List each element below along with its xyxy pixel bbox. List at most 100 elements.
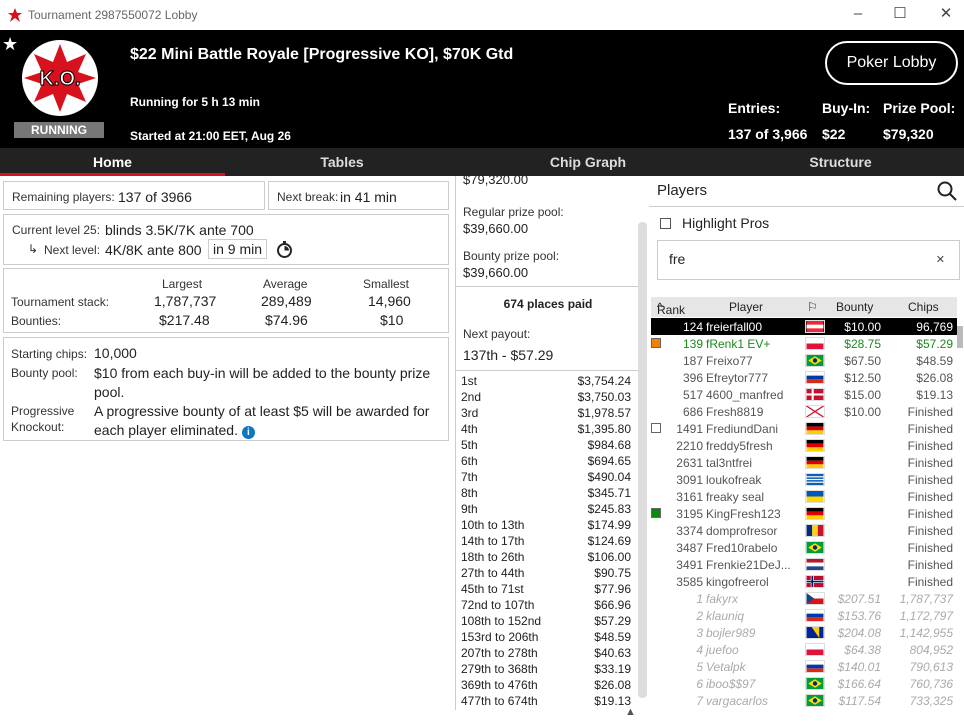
table-row[interactable]: 3195 KingFresh123 Finished	[651, 505, 957, 522]
table-row[interactable]: 396 Efreytor777 $12.50 $26.08	[651, 369, 957, 386]
player-bounty: $153.76	[837, 609, 881, 623]
player-rank: 1	[696, 592, 703, 606]
player-rank: 517	[682, 388, 703, 402]
country-flag	[805, 388, 825, 401]
payout-amount: $124.69	[587, 534, 631, 548]
tab-tables[interactable]: Tables	[225, 148, 459, 176]
table-row[interactable]: 1 fakyrx $207.51 1,787,737	[651, 590, 957, 607]
table-row[interactable]: 2210 freddy5fresh Finished	[651, 437, 957, 454]
nextbreak-value: in 41 min	[340, 189, 397, 205]
payout-row: 9th $245.83	[456, 502, 639, 518]
note-marker-icon[interactable]	[651, 338, 661, 348]
payout-place: 279th to 368th	[461, 662, 538, 676]
minimize-button[interactable]: –	[850, 6, 866, 22]
player-bounty: $140.01	[837, 660, 881, 674]
nextlevel-time: in 9 min	[208, 239, 268, 259]
country-flag	[805, 643, 825, 656]
player-name: klauniq	[706, 609, 745, 623]
payout-row: 2nd $3,750.03	[456, 390, 639, 406]
table-row[interactable]: 2631 tal3ntfrei Finished	[651, 454, 957, 471]
table-row[interactable]: 686 Fresh8819 $10.00 Finished	[651, 403, 957, 420]
players-scrollbar[interactable]	[957, 326, 963, 348]
player-name: tal3ntfrei	[706, 456, 753, 470]
clear-search-icon[interactable]: ✕	[936, 253, 945, 266]
col-rank[interactable]: Rank ^	[657, 300, 685, 317]
table-row[interactable]: 517 4600_manfred $15.00 $19.13	[651, 386, 957, 403]
player-chips: 1,787,737	[899, 592, 953, 606]
col-chips[interactable]: Chips	[908, 300, 939, 314]
payout-amount: $48.59	[594, 630, 631, 644]
table-row[interactable]: 1491 FrediundDani Finished	[651, 420, 957, 437]
table-row[interactable]: 7 vargacarlos $117.54 733,325	[651, 692, 957, 709]
payout-place: 8th	[461, 486, 478, 500]
scroll-up-icon[interactable]: ▲	[625, 706, 636, 718]
table-row[interactable]: 3491 Frenkie21DeJ... Finished	[651, 556, 957, 573]
payout-amount: $106.00	[587, 550, 631, 564]
bounty-pool-label: Bounty prize pool:	[463, 249, 560, 263]
table-row[interactable]: 5 Vetalpk $140.01 790,613	[651, 658, 957, 675]
bounty-largest: $217.48	[159, 312, 210, 328]
players-panel: Players Highlight Pros fre ✕ Rank ^ Play…	[649, 176, 964, 724]
prize-panel: $79,320.00 Regular prize pool: $39,660.0…	[455, 176, 639, 710]
col-bounty[interactable]: Bounty	[836, 300, 873, 314]
payout-place: 5th	[461, 438, 478, 452]
table-row[interactable]: 139 fRenk1 EV+ $28.75 $57.29	[651, 335, 957, 352]
tab-chip-graph[interactable]: Chip Graph	[459, 148, 717, 176]
player-chips: 733,325	[909, 694, 953, 708]
player-name: KingFresh123	[706, 507, 781, 521]
country-flag-icon[interactable]: ⚐	[807, 300, 818, 314]
table-row[interactable]: 3374 domprofresor Finished	[651, 522, 957, 539]
table-row[interactable]: 3 bojler989 $204.08 1,142,955	[651, 624, 957, 641]
places-paid: 674 places paid	[503, 297, 593, 311]
player-search-input[interactable]: fre ✕	[657, 240, 960, 280]
payout-row: 45th to 71st $77.96	[456, 582, 639, 598]
player-rank: 5	[696, 660, 703, 674]
prize-scrollbar[interactable]	[638, 222, 647, 698]
payout-amount: $490.04	[587, 470, 631, 484]
favorite-star-icon[interactable]: ★	[2, 34, 18, 55]
next-break-box: Next break: in 41 min	[268, 181, 449, 210]
table-row[interactable]: 4 juefoo $64.38 804,952	[651, 641, 957, 658]
player-rank: 7	[696, 694, 703, 708]
search-icon[interactable]	[937, 181, 957, 201]
ko-badge-icon: K.O.	[22, 40, 98, 116]
table-row[interactable]: 3161 freaky seal Finished	[651, 488, 957, 505]
payout-row: 477th to 674th $19.13	[456, 694, 639, 710]
regular-pool-label: Regular prize pool:	[463, 205, 564, 219]
player-name: iboo$$97	[706, 677, 756, 691]
payout-amount: $26.08	[594, 678, 631, 692]
payout-amount: $3,750.03	[577, 390, 631, 404]
tab-home[interactable]: Home	[0, 148, 225, 176]
poker-lobby-button[interactable]: Poker Lobby	[825, 41, 958, 85]
info-icon[interactable]: i	[241, 426, 255, 439]
table-row[interactable]: 124 freierfall00 $10.00 96,769	[651, 318, 957, 335]
table-row[interactable]: 3487 Fred10rabelo Finished	[651, 539, 957, 556]
note-marker-icon[interactable]	[651, 423, 661, 433]
player-chips: Finished	[907, 422, 953, 436]
country-flag	[805, 439, 825, 452]
table-row[interactable]: 3585 kingofreerol Finished	[651, 573, 957, 590]
payout-amount: $57.29	[594, 614, 631, 628]
col-player[interactable]: Player	[729, 300, 763, 314]
player-chips: Finished	[907, 456, 953, 470]
table-row[interactable]: 6 iboo$$97 $166.64 760,736	[651, 675, 957, 692]
tab-structure[interactable]: Structure	[717, 148, 964, 176]
maximize-button[interactable]: ☐	[892, 6, 908, 22]
player-rank: 3374	[676, 524, 703, 538]
note-marker-icon[interactable]	[651, 508, 661, 518]
player-name: Vetalpk	[706, 660, 746, 674]
payout-amount: $694.65	[587, 454, 631, 468]
prize-pool-total: $79,320.00	[463, 176, 529, 187]
table-row[interactable]: 187 Freixo77 $67.50 $48.59	[651, 352, 957, 369]
highlight-pros-checkbox[interactable]	[660, 218, 671, 229]
payout-row: 279th to 368th $33.19	[456, 662, 639, 678]
close-button[interactable]: ✕	[938, 6, 954, 22]
table-row[interactable]: 3091 loukofreak Finished	[651, 471, 957, 488]
table-row[interactable]: 2 klauniq $153.76 1,172,797	[651, 607, 957, 624]
bounties-label: Bounties:	[11, 314, 62, 328]
player-chips: Finished	[907, 439, 953, 453]
payout-amount: $66.96	[594, 598, 631, 612]
player-name: domprofresor	[706, 524, 778, 538]
country-flag	[805, 541, 825, 554]
player-rank: 2	[696, 609, 703, 623]
